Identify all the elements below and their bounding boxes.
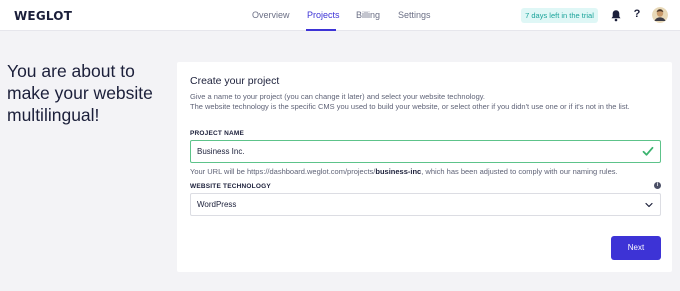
help-icon[interactable]: ? [632, 8, 642, 20]
info-icon[interactable]: i [654, 182, 661, 189]
description-line-1: Give a name to your project (you can cha… [190, 92, 486, 101]
next-button[interactable]: Next [611, 236, 661, 260]
chevron-down-icon [645, 202, 653, 208]
url-hint: Your URL will be https://dashboard.weglo… [190, 167, 618, 176]
website-technology-select[interactable]: WordPress [190, 193, 661, 216]
avatar[interactable] [652, 7, 668, 23]
active-tab-indicator [306, 29, 336, 31]
page-headline: You are about to make your website multi… [7, 61, 153, 125]
nav-overview[interactable]: Overview [252, 10, 290, 20]
trial-badge[interactable]: 7 days left in the trial [521, 8, 598, 23]
card-description: Give a name to your project (you can cha… [190, 92, 630, 112]
top-bar: WEGLOT Overview Projects Billing Setting… [0, 0, 680, 31]
project-name-value: Business Inc. [197, 147, 245, 156]
url-hint-suffix: , which has been adjusted to comply with… [421, 167, 618, 176]
nav-projects[interactable]: Projects [307, 10, 340, 20]
nav-settings[interactable]: Settings [398, 10, 431, 20]
create-project-card: Create your project Give a name to your … [177, 62, 672, 272]
project-name-input[interactable]: Business Inc. [190, 140, 661, 163]
website-technology-value: WordPress [197, 200, 237, 209]
project-name-label: PROJECT NAME [190, 130, 245, 137]
description-line-2: The website technology is the specific C… [190, 102, 630, 111]
check-icon [642, 146, 654, 156]
url-slug: business-inc [375, 167, 422, 176]
bell-icon[interactable] [610, 9, 622, 22]
website-technology-label: WEBSITE TECHNOLOGY [190, 183, 271, 190]
url-hint-prefix: Your URL will be https://dashboard.weglo… [190, 167, 376, 176]
weglot-logo[interactable]: WEGLOT [14, 9, 72, 23]
nav-billing[interactable]: Billing [356, 10, 380, 20]
card-title: Create your project [190, 75, 280, 87]
